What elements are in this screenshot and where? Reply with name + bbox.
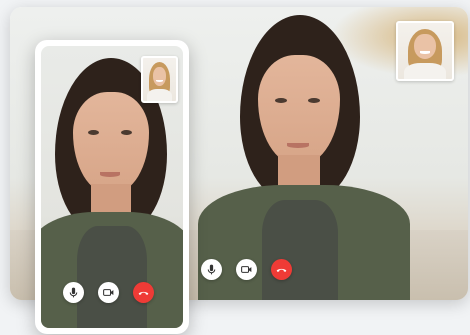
phone-mic-button[interactable] (63, 282, 84, 303)
self-view-body (146, 88, 173, 101)
phone-call-controls (63, 282, 154, 303)
phone-remote-video (41, 46, 183, 328)
desktop-mic-button[interactable] (201, 259, 222, 280)
desktop-camera-button[interactable] (236, 259, 257, 280)
participant-mouth (100, 172, 120, 177)
hang-up-icon (138, 291, 149, 295)
participant-left-eye (275, 98, 287, 103)
participant-mouth (287, 143, 309, 148)
phone-self-view-thumbnail[interactable] (141, 56, 178, 103)
microphone-icon (69, 287, 78, 298)
video-camera-icon (103, 289, 114, 296)
self-view-body (404, 63, 446, 79)
self-view-face (414, 34, 436, 60)
desktop-self-view-thumbnail[interactable] (396, 21, 454, 81)
video-camera-icon (241, 266, 252, 273)
remote-participant-video (180, 15, 430, 300)
hang-up-icon (276, 268, 287, 272)
participant-shirt (77, 226, 147, 328)
phone-end-call-button[interactable] (133, 282, 154, 303)
phone-camera-button[interactable] (98, 282, 119, 303)
participant-left-eye (88, 130, 99, 135)
self-view-smile (419, 51, 431, 54)
participant-shirt (262, 200, 338, 300)
desktop-call-controls (201, 259, 292, 280)
phone-device (35, 40, 189, 334)
self-view-face (152, 66, 167, 86)
participant-right-eye (121, 130, 132, 135)
microphone-icon (207, 264, 216, 275)
participant-right-eye (308, 98, 320, 103)
desktop-end-call-button[interactable] (271, 259, 292, 280)
self-view-smile (156, 79, 163, 82)
